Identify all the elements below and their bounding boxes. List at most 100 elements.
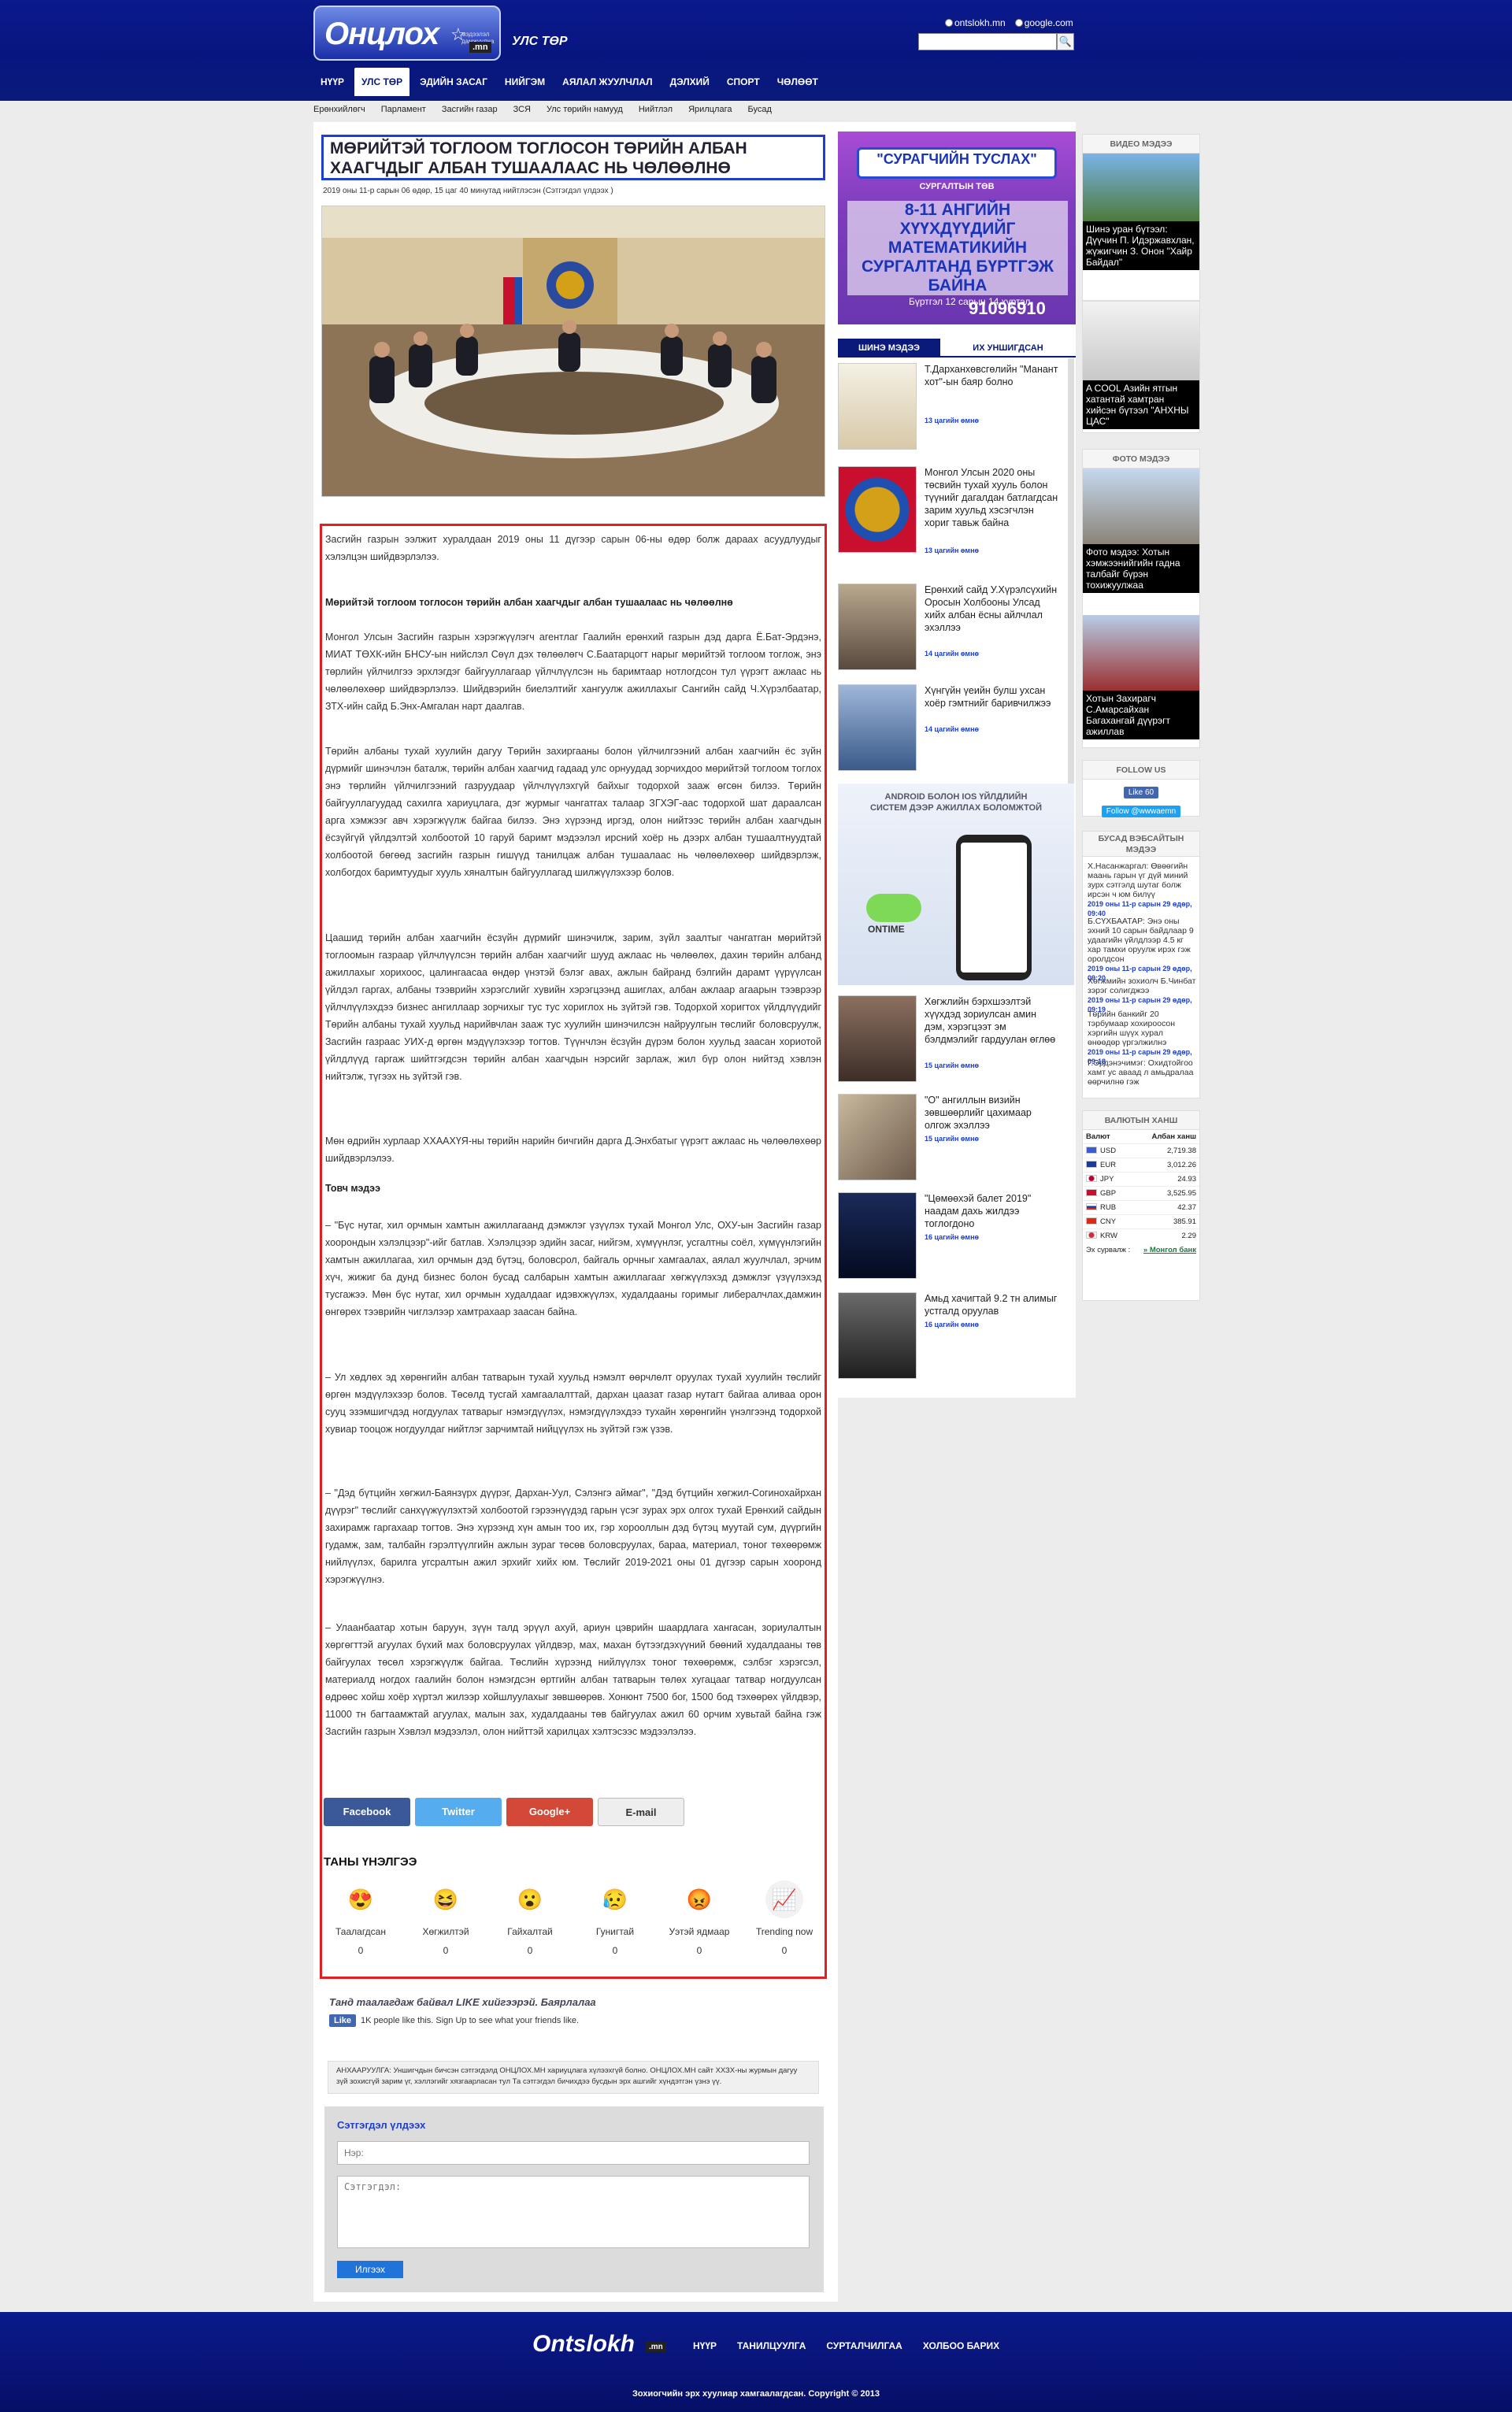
- news-title[interactable]: "Цөмөөхэй балет 2019" наадам дахь жилдээ…: [925, 1192, 1058, 1230]
- search-input[interactable]: [918, 33, 1057, 50]
- nav-item-free[interactable]: ЧӨЛӨӨТ: [770, 68, 825, 96]
- banner-title: "СУРАГЧИЙН ТУСЛАХ": [857, 147, 1057, 179]
- video-item[interactable]: Шинэ уран бүтээл: Дүүчин П. Идэржавхлан,…: [1083, 154, 1199, 270]
- photo-item[interactable]: Фото мэдээ: Хотын хэмжээнийгийн гадна та…: [1083, 469, 1199, 593]
- news-title[interactable]: Хөгжлийн бэрхшээлтэй хүүхдэд зориулсан а…: [925, 995, 1058, 1046]
- list-item[interactable]: Хөгжлийн бэрхшээлтэй хүүхдэд зориулсан а…: [838, 992, 1076, 1084]
- news-title[interactable]: Т.Дарханхөвсгөлийн "Манант хот"-ын баяр …: [925, 363, 1058, 388]
- app-ad[interactable]: ANDROID БОЛОН IOS ҮЙЛДЛИЙН СИСТЕМ ДЭЭР А…: [838, 784, 1074, 985]
- news-title[interactable]: "О" ангиллын визийн зөвшөөрлийг цахимаар…: [925, 1094, 1058, 1132]
- table-row: EUR 3,012.26: [1083, 1158, 1199, 1173]
- logo-domain: .mn: [469, 42, 491, 53]
- list-item[interactable]: Ерөнхий сайд У.Хүрэлсүхийн Оросын Холбоо…: [838, 580, 1076, 672]
- comment-notice: АНХААРУУЛГА: Уншигчдын бичсэн сэтгэгдэлд…: [328, 2061, 819, 2094]
- cloud-icon: [866, 894, 921, 922]
- news-title[interactable]: Ерөнхий сайд У.Хүрэлсүхийн Оросын Холбоо…: [925, 584, 1058, 634]
- news-title[interactable]: Хүнгүйн үеийн булш ухсан хоёр гэмтнийг б…: [925, 684, 1058, 710]
- twitter-follow-button[interactable]: Follow @wwwaemn: [1101, 806, 1181, 817]
- subnav-item[interactable]: ЗСЯ: [513, 105, 531, 114]
- logo-text: Онцлох: [324, 17, 439, 51]
- reaction-sad[interactable]: 😥 Гунигтай 0: [580, 1880, 650, 1956]
- list-item[interactable]: Амьд хачигтай 9.2 тн алимыг устгалд оруу…: [838, 1289, 1076, 1380]
- list-item[interactable]: Хүнгүйн үеийн булш ухсан хоёр гэмтнийг б…: [838, 681, 1076, 773]
- trending-icon[interactable]: 📈: [765, 1880, 803, 1918]
- subnav-item[interactable]: Бусад: [747, 105, 771, 114]
- article-title: МӨРИЙТЭЙ ТОГЛООМ ТОГЛОСОН ТӨРИЙН АЛБАН Х…: [321, 135, 825, 180]
- angry-icon[interactable]: 😡: [680, 1880, 718, 1918]
- video-item[interactable]: A COOL Азийн ятгын хатантай хамтран хийс…: [1083, 302, 1199, 429]
- tab-most-read[interactable]: ИХ УНШИГДСАН: [940, 339, 1076, 358]
- reaction-funny[interactable]: 😆 Хөгжилтэй 0: [410, 1880, 481, 1956]
- photo-news-box: ФОТО МЭДЭЭ Фото мэдээ: Хотын хэмжээнийги…: [1082, 449, 1200, 748]
- gb-flag-icon: [1086, 1189, 1097, 1196]
- article-paragraph: – Ул хөдлөх эд хөрөнгийн албан татварын …: [325, 1372, 821, 1435]
- search-option-site[interactable]: ontslokh.mn: [945, 17, 1006, 28]
- email-share-button[interactable]: E-mail: [598, 1798, 684, 1826]
- twitter-share-button[interactable]: Twitter: [415, 1798, 502, 1826]
- photo-item[interactable]: Хотын Захирагч С.Амарсайхан Багахангай д…: [1083, 615, 1199, 739]
- subnav-item[interactable]: Парламент: [381, 105, 426, 114]
- nav-item-economy[interactable]: ЭДИЙН ЗАСАГ: [413, 68, 495, 96]
- laughing-icon[interactable]: 😆: [427, 1880, 465, 1918]
- googleplus-share-button[interactable]: Google+: [506, 1798, 593, 1826]
- subnav-item[interactable]: Ярилцлага: [688, 105, 732, 114]
- news-title[interactable]: Монгол Улсын 2020 оны төсвийн тухай хуул…: [925, 466, 1058, 529]
- nav-item-world[interactable]: ДЭЛХИЙ: [663, 68, 717, 96]
- footer-link-ads[interactable]: СУРТАЛЧИЛГАА: [826, 2340, 902, 2351]
- radio-icon[interactable]: [945, 19, 953, 27]
- footer-logo[interactable]: Ontslokh: [532, 2331, 635, 2358]
- search-button[interactable]: 🔍: [1057, 33, 1074, 50]
- news-time: 14 цагийн өмнө: [925, 725, 979, 733]
- article-paragraph: Мөн өдрийн хурлаар ХХААХҮЯ-ны төрийн нар…: [325, 1136, 821, 1164]
- news-thumbnail: [838, 995, 917, 1082]
- meeting-room-image: [322, 206, 825, 496]
- footer-link-home[interactable]: НҮҮР: [693, 2340, 717, 2351]
- surprised-icon[interactable]: 😮: [511, 1880, 549, 1918]
- reaction-wow[interactable]: 😮 Гайхалтай 0: [495, 1880, 565, 1956]
- site-logo[interactable]: Онцлох ☆ мэдээлэл дамжуулна .mn: [313, 6, 501, 61]
- article-meta: 2019 оны 11-р сарын 06 өдөр, 15 цаг 40 м…: [323, 187, 613, 195]
- subnav-item[interactable]: Улс төрийн намууд: [547, 105, 623, 114]
- news-title[interactable]: Амьд хачигтай 9.2 тн алимыг устгалд оруу…: [925, 1292, 1058, 1317]
- article-paragraph: Монгол Улсын Засгийн газрын хэрэгжүүлэгч…: [325, 632, 821, 712]
- eu-flag-icon: [1086, 1161, 1097, 1168]
- rates-source-link[interactable]: » Монгол банк: [1143, 1246, 1196, 1254]
- list-item[interactable]: Хөгжмийн зохиолч Б.Чинбат зэрэг солигджэ…: [1088, 976, 1198, 1014]
- nav-item-politics[interactable]: УЛС ТӨР: [354, 68, 410, 96]
- reaction-angry[interactable]: 😡 Уэтэй ядмаар 0: [664, 1880, 735, 1956]
- list-item[interactable]: Г.Эрдэнэчимэг: Охидтойгоо хамт ус аваад …: [1088, 1058, 1198, 1087]
- list-item[interactable]: Т.Дарханхөвсгөлийн "Манант хот"-ын баяр …: [838, 360, 1076, 451]
- footer-link-contact[interactable]: ХОЛБОО БАРИХ: [923, 2340, 999, 2351]
- subnav-item[interactable]: Нийтлэл: [639, 105, 673, 114]
- search-option-google[interactable]: google.com: [1014, 17, 1073, 28]
- footer-link-about[interactable]: ТАНИЛЦУУЛГА: [737, 2340, 806, 2351]
- nav-item-home[interactable]: НҮҮР: [313, 68, 351, 96]
- subnav-item[interactable]: Ерөнхийлөгч: [313, 105, 365, 114]
- nav-item-sport[interactable]: СПОРТ: [720, 68, 767, 96]
- list-item[interactable]: "Цөмөөхэй балет 2019" наадам дахь жилдээ…: [838, 1189, 1076, 1280]
- reaction-love[interactable]: 😍 Таалагдсан 0: [325, 1880, 396, 1956]
- copyright: Зохиогчийн эрх хуулиар хамгаалагдсан. Co…: [632, 2389, 880, 2399]
- submit-comment-button[interactable]: Илгээх: [337, 2261, 403, 2278]
- subnav-item[interactable]: Засгийн газар: [442, 105, 498, 114]
- banner-subtitle: СУРГАЛТЫН ТӨВ: [919, 182, 995, 191]
- heart-eyes-icon[interactable]: 😍: [342, 1880, 380, 1918]
- news-time: 13 цагийн өмнө: [925, 546, 979, 554]
- table-row: CNY 385.91: [1083, 1214, 1199, 1229]
- sad-icon[interactable]: 😥: [596, 1880, 634, 1918]
- comment-name-field[interactable]: [337, 2141, 810, 2165]
- fb-like-button[interactable]: Like: [329, 2014, 357, 2027]
- tab-latest[interactable]: ШИНЭ МЭДЭЭ: [838, 339, 940, 358]
- nav-item-society[interactable]: НИЙГЭМ: [498, 68, 552, 96]
- facebook-share-button[interactable]: Facebook: [324, 1798, 410, 1826]
- fb-like-button[interactable]: Like 60: [1123, 787, 1159, 798]
- list-item[interactable]: Монгол Улсын 2020 оны төсвийн тухай хуул…: [838, 463, 1076, 554]
- ad-banner[interactable]: "СУРАГЧИЙН ТУСЛАХ" СУРГАЛТЫН ТӨВ 8-11 АН…: [838, 132, 1076, 324]
- reaction-trending[interactable]: 📈 Trending now 0: [749, 1880, 820, 1956]
- radio-icon[interactable]: [1014, 19, 1023, 27]
- nav-item-travel[interactable]: АЯЛАЛ ЖУУЛЧЛАЛ: [555, 68, 659, 96]
- list-item[interactable]: "О" ангиллын визийн зөвшөөрлийг цахимаар…: [838, 1091, 1076, 1182]
- list-item[interactable]: Х.Насанжаргал: Өвөөгийн маань гарын үг д…: [1088, 861, 1198, 918]
- comment-text-field[interactable]: [337, 2176, 810, 2248]
- list-item[interactable]: Б.СҮХБААТАР: Энэ оны эхний 10 сарын байд…: [1088, 917, 1198, 983]
